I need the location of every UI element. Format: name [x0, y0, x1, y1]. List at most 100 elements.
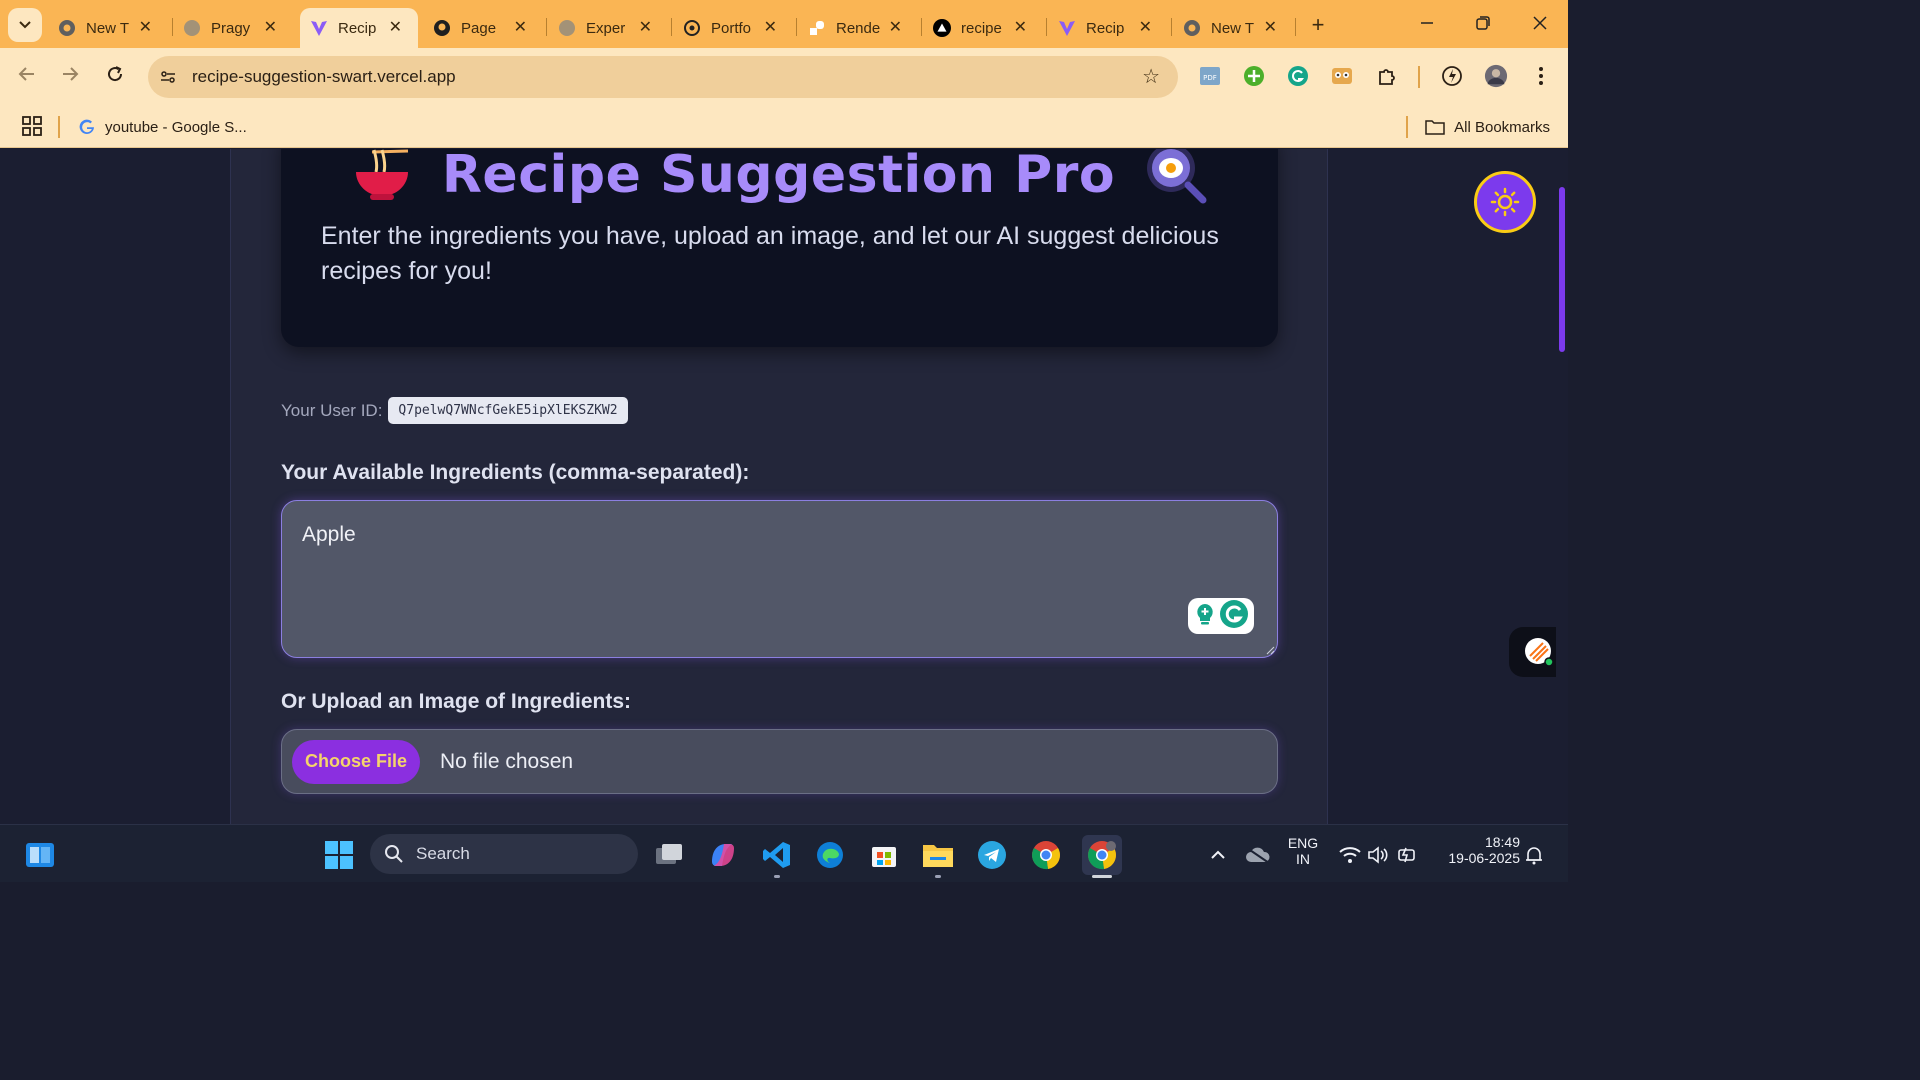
reload-button[interactable]: [100, 62, 130, 92]
new-tab-button[interactable]: +: [1304, 12, 1332, 40]
render-icon: [808, 19, 826, 37]
forward-button[interactable]: [55, 62, 85, 92]
close-icon[interactable]: ✕: [1264, 17, 1277, 37]
tab-vercel-recipe[interactable]: recipe ✕: [923, 8, 1043, 48]
arrow-left-icon: [18, 67, 34, 81]
restore-icon: [1476, 16, 1490, 30]
close-window-button[interactable]: [1525, 10, 1555, 38]
globe-icon: [558, 19, 576, 37]
chrome-profile-active-icon[interactable]: [1082, 835, 1122, 875]
owl-extension-icon[interactable]: [1330, 64, 1354, 88]
close-icon[interactable]: ✕: [139, 17, 152, 37]
taskbar-search-box[interactable]: Search: [370, 834, 638, 874]
google-icon: [79, 119, 94, 134]
noodle-bowl-icon: [352, 149, 412, 209]
tab-github-page[interactable]: Page ✕: [423, 8, 543, 48]
tab-pragy[interactable]: Pragy ✕: [173, 8, 293, 48]
bookmark-youtube-google-search[interactable]: youtube - Google S...: [78, 114, 247, 140]
reload-icon: [108, 66, 123, 82]
bookmark-star-icon[interactable]: ☆: [1142, 64, 1160, 89]
file-upload-field[interactable]: Choose File No file chosen: [281, 729, 1278, 794]
page-viewport: Recipe Suggestion Pro Enter the ingredie…: [0, 149, 1568, 824]
battery-charging-icon[interactable]: [1390, 837, 1426, 873]
scrollbar-thumb[interactable]: [1559, 187, 1565, 352]
search-placeholder: Search: [416, 844, 470, 863]
close-icon[interactable]: ✕: [889, 17, 902, 37]
vscode-icon[interactable]: [759, 837, 795, 873]
tab-title: Rende: [836, 19, 881, 37]
tab-portfolio[interactable]: Portfo ✕: [673, 8, 793, 48]
close-icon[interactable]: ✕: [389, 17, 402, 37]
minimize-button[interactable]: [1412, 10, 1442, 38]
microsoft-store-icon[interactable]: [866, 837, 902, 873]
language-code: ENG: [1287, 835, 1319, 851]
notifications-icon[interactable]: [1516, 837, 1552, 873]
tab-recipe-2[interactable]: Recip ✕: [1048, 8, 1168, 48]
system-clock[interactable]: 18:49 19-06-2025: [1430, 834, 1520, 866]
all-bookmarks-button[interactable]: All Bookmarks: [1425, 114, 1550, 140]
tab-new-tab-2[interactable]: New T ✕: [1173, 8, 1293, 48]
language-indicator[interactable]: ENG IN: [1282, 835, 1324, 867]
copilot-icon[interactable]: [705, 837, 741, 873]
restore-button[interactable]: [1468, 10, 1498, 38]
close-icon[interactable]: ✕: [764, 17, 777, 37]
onedrive-icon[interactable]: [1240, 837, 1276, 873]
telegram-icon[interactable]: [974, 837, 1010, 873]
page-scrollbar[interactable]: [1556, 149, 1568, 824]
apps-grid-icon[interactable]: [22, 116, 42, 141]
close-icon[interactable]: ✕: [1139, 17, 1152, 37]
task-view-icon[interactable]: [651, 837, 687, 873]
lightbulb-icon[interactable]: [1194, 602, 1216, 631]
clock-time: 18:49: [1484, 834, 1520, 850]
profile-avatar-icon[interactable]: [1484, 64, 1508, 88]
tab-title: Recip: [338, 19, 377, 37]
menu-kebab-icon[interactable]: [1529, 64, 1553, 88]
grammarly-widget[interactable]: [1188, 598, 1254, 634]
close-icon[interactable]: ✕: [514, 17, 527, 37]
tab-divider: [1171, 18, 1172, 36]
tab-title: Portfo: [711, 19, 752, 37]
windows-start-icon[interactable]: [321, 837, 357, 873]
grammarly-g-icon[interactable]: [1219, 599, 1249, 634]
close-icon[interactable]: ✕: [639, 17, 652, 37]
page-subtitle: Enter the ingredients you have, upload a…: [321, 222, 1219, 285]
main-container: Recipe Suggestion Pro Enter the ingredie…: [230, 149, 1328, 824]
choose-file-button[interactable]: Choose File: [292, 739, 420, 784]
url-text: recipe-suggestion-swart.vercel.app: [192, 67, 456, 86]
running-indicator: [935, 875, 941, 878]
extensions-puzzle-icon[interactable]: [1375, 64, 1399, 88]
windows-taskbar: Search ENG IN 18:49 19-06-2025: [0, 824, 1568, 882]
chevron-up-icon[interactable]: [1200, 837, 1236, 873]
tab-exper[interactable]: Exper ✕: [548, 8, 668, 48]
tab-recipe-active[interactable]: Recip ✕: [300, 8, 418, 48]
page-title-row: Recipe Suggestion Pro: [281, 149, 1278, 221]
widgets-icon[interactable]: [22, 837, 58, 873]
all-bookmarks-label: All Bookmarks: [1454, 118, 1550, 136]
svg-text:PDF: PDF: [1203, 74, 1217, 82]
ingredients-textarea[interactable]: Apple: [282, 501, 1277, 657]
folder-icon: [1425, 120, 1445, 135]
ingredients-field[interactable]: Apple: [281, 500, 1278, 658]
add-extension-icon[interactable]: [1242, 64, 1266, 88]
tab-render[interactable]: Rende ✕: [798, 8, 918, 48]
back-button[interactable]: [12, 62, 42, 92]
close-icon[interactable]: ✕: [1014, 17, 1027, 37]
theme-toggle-button[interactable]: [1474, 171, 1536, 233]
openai-icon: [683, 19, 701, 37]
pdf-extension-icon[interactable]: PDF: [1198, 64, 1222, 88]
bookmarks-divider: [58, 116, 60, 138]
tab-new-tab-1[interactable]: New T ✕: [48, 8, 168, 48]
edge-icon[interactable]: [812, 837, 848, 873]
site-settings-icon[interactable]: [154, 63, 182, 91]
chrome-icon[interactable]: [1028, 837, 1064, 873]
file-explorer-icon[interactable]: [920, 837, 956, 873]
performance-icon[interactable]: [1440, 64, 1464, 88]
vite-icon: [1058, 19, 1076, 37]
grammarly-extension-icon[interactable]: [1286, 64, 1310, 88]
address-bar[interactable]: recipe-suggestion-swart.vercel.app ☆: [148, 56, 1178, 98]
tab-search-button[interactable]: [8, 8, 42, 42]
resize-grip-icon[interactable]: [1265, 645, 1275, 655]
chrome-icon: [1183, 19, 1201, 37]
chevron-down-icon: [19, 21, 31, 29]
close-icon[interactable]: ✕: [264, 17, 277, 37]
